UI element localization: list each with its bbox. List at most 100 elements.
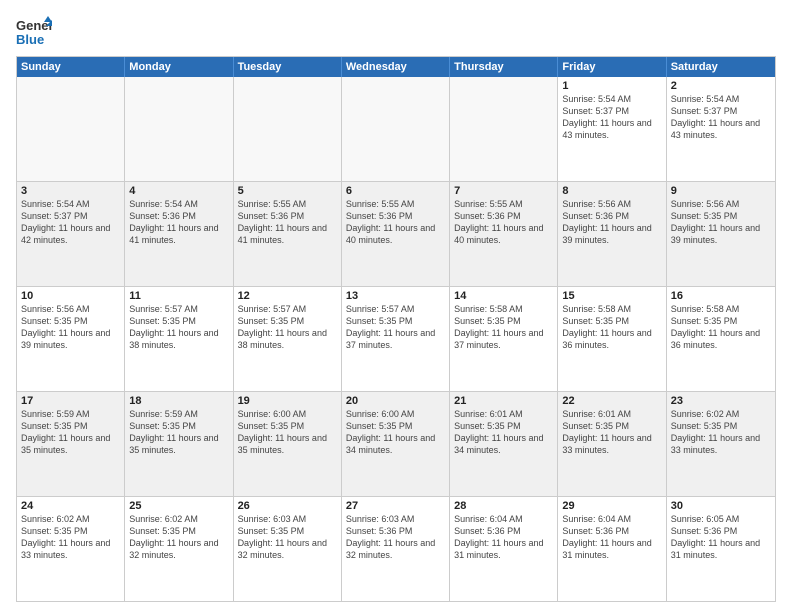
calendar-body: 1Sunrise: 5:54 AM Sunset: 5:37 PM Daylig…: [17, 77, 775, 601]
day-info: Sunrise: 5:54 AM Sunset: 5:37 PM Dayligh…: [562, 93, 661, 142]
calendar-cell: 14Sunrise: 5:58 AM Sunset: 5:35 PM Dayli…: [450, 287, 558, 391]
day-info: Sunrise: 5:57 AM Sunset: 5:35 PM Dayligh…: [238, 303, 337, 352]
day-number: 26: [238, 500, 337, 512]
day-number: 21: [454, 395, 553, 407]
calendar-cell: [450, 77, 558, 181]
cal-header-day: Monday: [125, 57, 233, 77]
day-info: Sunrise: 6:03 AM Sunset: 5:35 PM Dayligh…: [238, 513, 337, 562]
day-number: 4: [129, 185, 228, 197]
logo: General Blue: [16, 14, 52, 50]
day-number: 17: [21, 395, 120, 407]
calendar-week: 1Sunrise: 5:54 AM Sunset: 5:37 PM Daylig…: [17, 77, 775, 181]
day-number: 2: [671, 80, 771, 92]
svg-text:Blue: Blue: [16, 32, 44, 47]
calendar-cell: [125, 77, 233, 181]
cal-header-day: Friday: [558, 57, 666, 77]
calendar-cell: 8Sunrise: 5:56 AM Sunset: 5:36 PM Daylig…: [558, 182, 666, 286]
day-info: Sunrise: 5:56 AM Sunset: 5:36 PM Dayligh…: [562, 198, 661, 247]
calendar-cell: [17, 77, 125, 181]
day-info: Sunrise: 5:57 AM Sunset: 5:35 PM Dayligh…: [129, 303, 228, 352]
day-info: Sunrise: 6:00 AM Sunset: 5:35 PM Dayligh…: [238, 408, 337, 457]
calendar-cell: 7Sunrise: 5:55 AM Sunset: 5:36 PM Daylig…: [450, 182, 558, 286]
day-info: Sunrise: 6:04 AM Sunset: 5:36 PM Dayligh…: [454, 513, 553, 562]
calendar-cell: 16Sunrise: 5:58 AM Sunset: 5:35 PM Dayli…: [667, 287, 775, 391]
day-number: 7: [454, 185, 553, 197]
day-number: 13: [346, 290, 445, 302]
day-number: 9: [671, 185, 771, 197]
day-info: Sunrise: 6:01 AM Sunset: 5:35 PM Dayligh…: [562, 408, 661, 457]
calendar-cell: 4Sunrise: 5:54 AM Sunset: 5:36 PM Daylig…: [125, 182, 233, 286]
day-info: Sunrise: 5:59 AM Sunset: 5:35 PM Dayligh…: [129, 408, 228, 457]
calendar-cell: 12Sunrise: 5:57 AM Sunset: 5:35 PM Dayli…: [234, 287, 342, 391]
day-number: 25: [129, 500, 228, 512]
day-number: 10: [21, 290, 120, 302]
calendar-cell: 1Sunrise: 5:54 AM Sunset: 5:37 PM Daylig…: [558, 77, 666, 181]
calendar-cell: 25Sunrise: 6:02 AM Sunset: 5:35 PM Dayli…: [125, 497, 233, 601]
day-number: 18: [129, 395, 228, 407]
calendar-cell: 17Sunrise: 5:59 AM Sunset: 5:35 PM Dayli…: [17, 392, 125, 496]
day-info: Sunrise: 5:54 AM Sunset: 5:37 PM Dayligh…: [21, 198, 120, 247]
day-number: 20: [346, 395, 445, 407]
day-number: 3: [21, 185, 120, 197]
logo-icon: General Blue: [16, 14, 52, 50]
day-number: 27: [346, 500, 445, 512]
calendar-cell: 23Sunrise: 6:02 AM Sunset: 5:35 PM Dayli…: [667, 392, 775, 496]
day-number: 29: [562, 500, 661, 512]
day-number: 11: [129, 290, 228, 302]
day-info: Sunrise: 5:59 AM Sunset: 5:35 PM Dayligh…: [21, 408, 120, 457]
day-info: Sunrise: 6:00 AM Sunset: 5:35 PM Dayligh…: [346, 408, 445, 457]
day-number: 28: [454, 500, 553, 512]
day-info: Sunrise: 5:55 AM Sunset: 5:36 PM Dayligh…: [454, 198, 553, 247]
calendar-cell: 6Sunrise: 5:55 AM Sunset: 5:36 PM Daylig…: [342, 182, 450, 286]
calendar: SundayMondayTuesdayWednesdayThursdayFrid…: [16, 56, 776, 602]
day-info: Sunrise: 5:54 AM Sunset: 5:36 PM Dayligh…: [129, 198, 228, 247]
cal-header-day: Saturday: [667, 57, 775, 77]
day-number: 6: [346, 185, 445, 197]
day-info: Sunrise: 6:03 AM Sunset: 5:36 PM Dayligh…: [346, 513, 445, 562]
cal-header-day: Tuesday: [234, 57, 342, 77]
calendar-cell: 26Sunrise: 6:03 AM Sunset: 5:35 PM Dayli…: [234, 497, 342, 601]
header: General Blue: [16, 10, 776, 50]
calendar-cell: 19Sunrise: 6:00 AM Sunset: 5:35 PM Dayli…: [234, 392, 342, 496]
page: General Blue SundayMondayTuesdayWednesda…: [0, 0, 792, 612]
calendar-cell: 2Sunrise: 5:54 AM Sunset: 5:37 PM Daylig…: [667, 77, 775, 181]
day-info: Sunrise: 6:01 AM Sunset: 5:35 PM Dayligh…: [454, 408, 553, 457]
day-number: 5: [238, 185, 337, 197]
calendar-cell: 3Sunrise: 5:54 AM Sunset: 5:37 PM Daylig…: [17, 182, 125, 286]
day-number: 19: [238, 395, 337, 407]
calendar-header: SundayMondayTuesdayWednesdayThursdayFrid…: [17, 57, 775, 77]
day-number: 8: [562, 185, 661, 197]
calendar-cell: [234, 77, 342, 181]
calendar-cell: 10Sunrise: 5:56 AM Sunset: 5:35 PM Dayli…: [17, 287, 125, 391]
day-info: Sunrise: 5:56 AM Sunset: 5:35 PM Dayligh…: [21, 303, 120, 352]
calendar-cell: 13Sunrise: 5:57 AM Sunset: 5:35 PM Dayli…: [342, 287, 450, 391]
day-number: 24: [21, 500, 120, 512]
cal-header-day: Sunday: [17, 57, 125, 77]
day-info: Sunrise: 6:02 AM Sunset: 5:35 PM Dayligh…: [129, 513, 228, 562]
day-info: Sunrise: 6:02 AM Sunset: 5:35 PM Dayligh…: [671, 408, 771, 457]
day-number: 30: [671, 500, 771, 512]
day-info: Sunrise: 5:58 AM Sunset: 5:35 PM Dayligh…: [562, 303, 661, 352]
calendar-cell: 27Sunrise: 6:03 AM Sunset: 5:36 PM Dayli…: [342, 497, 450, 601]
day-info: Sunrise: 5:56 AM Sunset: 5:35 PM Dayligh…: [671, 198, 771, 247]
calendar-cell: 18Sunrise: 5:59 AM Sunset: 5:35 PM Dayli…: [125, 392, 233, 496]
calendar-week: 10Sunrise: 5:56 AM Sunset: 5:35 PM Dayli…: [17, 286, 775, 391]
calendar-week: 24Sunrise: 6:02 AM Sunset: 5:35 PM Dayli…: [17, 496, 775, 601]
calendar-cell: 5Sunrise: 5:55 AM Sunset: 5:36 PM Daylig…: [234, 182, 342, 286]
day-info: Sunrise: 5:55 AM Sunset: 5:36 PM Dayligh…: [346, 198, 445, 247]
day-info: Sunrise: 5:57 AM Sunset: 5:35 PM Dayligh…: [346, 303, 445, 352]
calendar-week: 17Sunrise: 5:59 AM Sunset: 5:35 PM Dayli…: [17, 391, 775, 496]
cal-header-day: Thursday: [450, 57, 558, 77]
day-info: Sunrise: 5:58 AM Sunset: 5:35 PM Dayligh…: [454, 303, 553, 352]
calendar-cell: 29Sunrise: 6:04 AM Sunset: 5:36 PM Dayli…: [558, 497, 666, 601]
day-info: Sunrise: 6:02 AM Sunset: 5:35 PM Dayligh…: [21, 513, 120, 562]
calendar-cell: 15Sunrise: 5:58 AM Sunset: 5:35 PM Dayli…: [558, 287, 666, 391]
calendar-cell: 22Sunrise: 6:01 AM Sunset: 5:35 PM Dayli…: [558, 392, 666, 496]
day-number: 1: [562, 80, 661, 92]
day-info: Sunrise: 5:54 AM Sunset: 5:37 PM Dayligh…: [671, 93, 771, 142]
calendar-week: 3Sunrise: 5:54 AM Sunset: 5:37 PM Daylig…: [17, 181, 775, 286]
day-number: 15: [562, 290, 661, 302]
day-info: Sunrise: 5:58 AM Sunset: 5:35 PM Dayligh…: [671, 303, 771, 352]
calendar-cell: 28Sunrise: 6:04 AM Sunset: 5:36 PM Dayli…: [450, 497, 558, 601]
day-info: Sunrise: 6:04 AM Sunset: 5:36 PM Dayligh…: [562, 513, 661, 562]
